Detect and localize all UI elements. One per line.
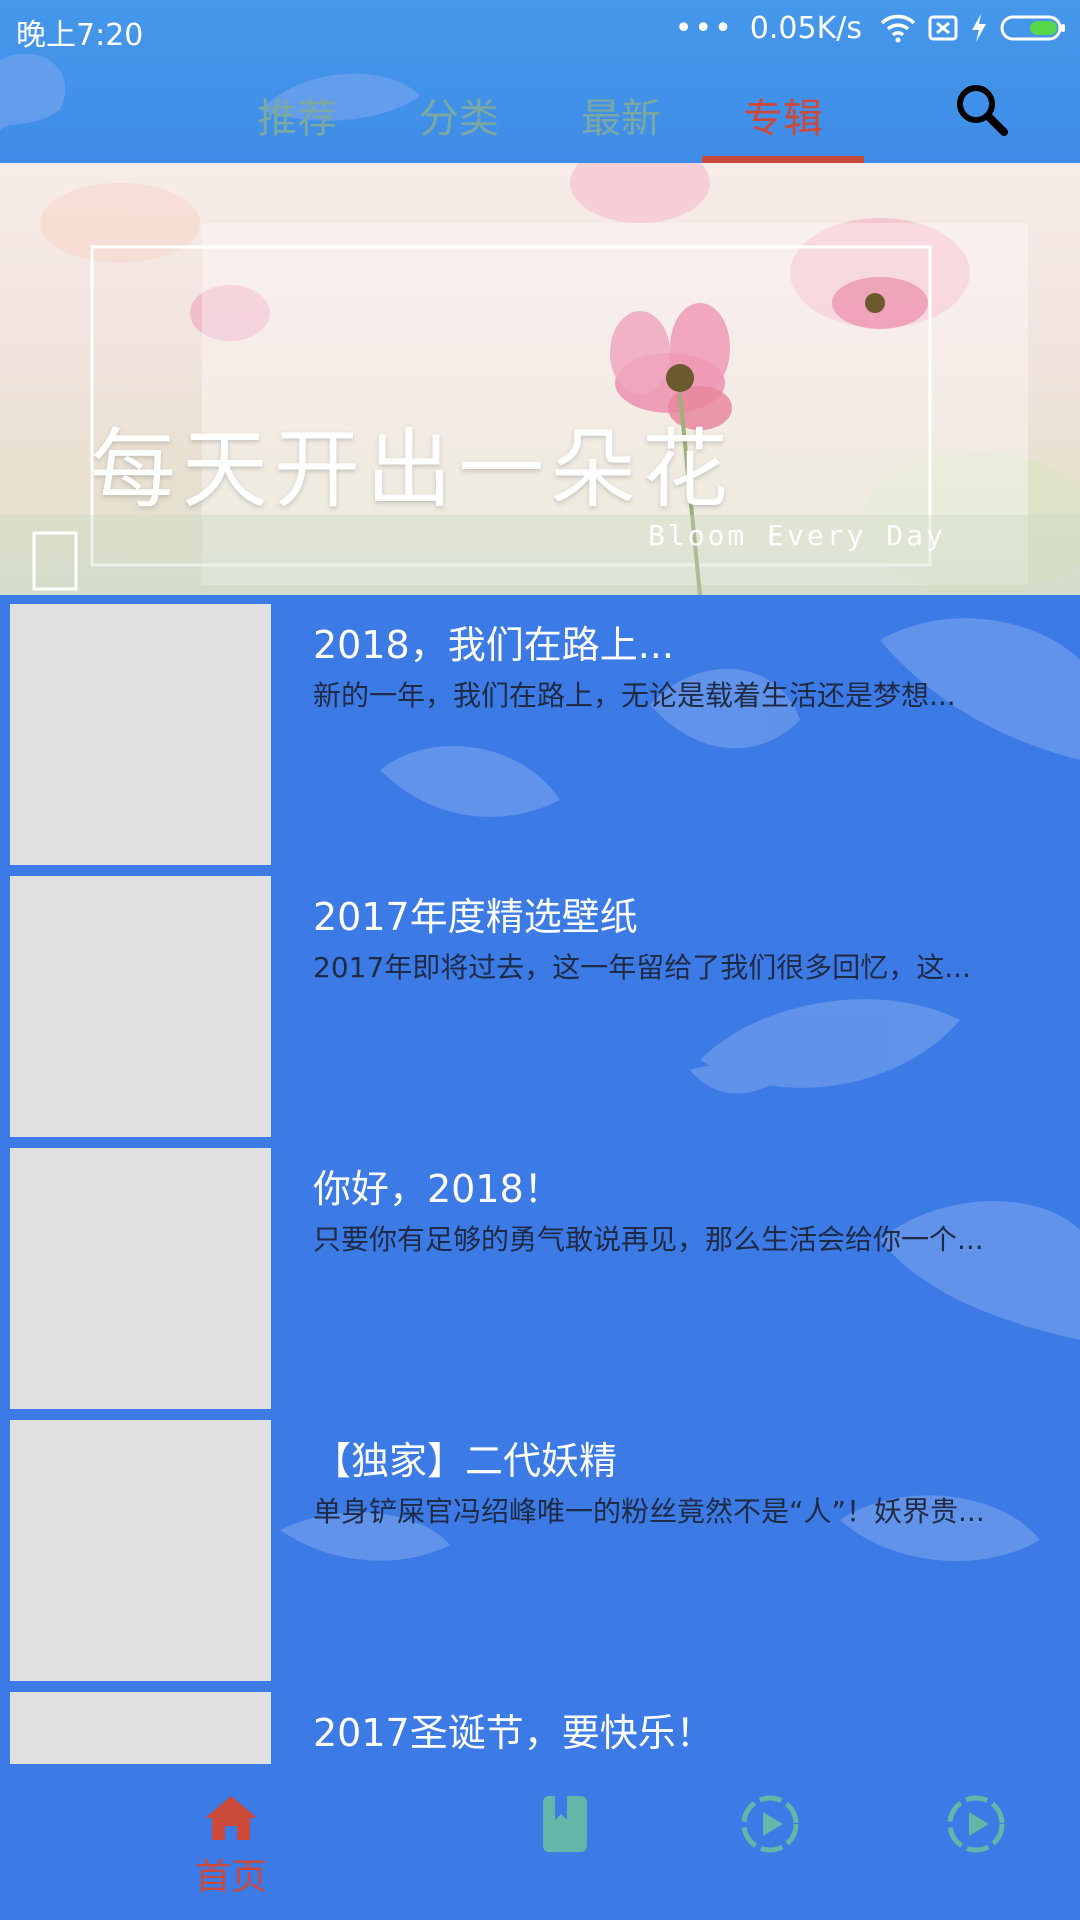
search-icon[interactable] bbox=[952, 80, 1012, 140]
album-thumbnail[interactable] bbox=[10, 876, 271, 1137]
banner-caption: 每天开出一朵花 bbox=[90, 420, 734, 520]
album-thumbnail[interactable] bbox=[10, 1692, 271, 1764]
album-title: 2017年度精选壁纸 bbox=[313, 895, 638, 939]
play-circle-icon bbox=[740, 1795, 800, 1858]
album-item[interactable]: 【独家】二代妖精 单身铲屎官冯绍峰唯一的粉丝竟然不是“人”！妖界贵... bbox=[0, 1420, 1080, 1684]
album-item[interactable]: 2017圣诞节，要快乐！ bbox=[0, 1692, 1080, 1764]
tab-category[interactable]: 分类 bbox=[378, 86, 540, 144]
banner-image[interactable]: 每天开出一朵花 Bloom Every Day bbox=[0, 163, 1080, 595]
status-right: ••• 0.05K/s bbox=[675, 8, 1066, 48]
tab-album[interactable]: 专辑 bbox=[702, 86, 864, 144]
tab-recommend[interactable]: 推荐 bbox=[216, 86, 378, 144]
sim-icon bbox=[928, 14, 958, 42]
top-tab-bar: 推荐 分类 最新 专辑 bbox=[0, 58, 1080, 163]
album-title: 2017圣诞节，要快乐！ bbox=[313, 1711, 714, 1755]
album-title: 你好，2018！ bbox=[313, 1167, 562, 1211]
status-time: 晚上7:20 bbox=[16, 18, 144, 53]
network-speed: 0.05K/s bbox=[749, 10, 862, 46]
album-thumbnail[interactable] bbox=[10, 1420, 271, 1681]
album-title: 2018，我们在路上... bbox=[313, 623, 674, 667]
album-description: 新的一年，我们在路上，无论是载着生活还是梦想... bbox=[313, 679, 956, 712]
book-icon bbox=[541, 1796, 589, 1858]
banner-subtitle: Bloom Every Day bbox=[648, 519, 946, 552]
bottom-nav-home-label: 首页 bbox=[194, 1857, 267, 1898]
bottom-nav-video[interactable] bbox=[710, 1794, 830, 1858]
charging-icon bbox=[970, 13, 988, 43]
album-description: 单身铲屎官冯绍峰唯一的粉丝竟然不是“人”！妖界贵... bbox=[313, 1495, 985, 1528]
album-thumbnail[interactable] bbox=[10, 1148, 271, 1409]
album-description: 只要你有足够的勇气敢说再见，那么生活会给你一个... bbox=[313, 1223, 984, 1256]
album-item[interactable]: 2017年度精选壁纸 2017年即将过去，这一年留给了我们很多回忆，这... bbox=[0, 876, 1080, 1140]
bottom-nav-home[interactable]: 首页 bbox=[171, 1794, 291, 1900]
album-thumbnail[interactable] bbox=[10, 604, 271, 865]
play-circle-icon bbox=[946, 1795, 1006, 1858]
bottom-nav-books[interactable] bbox=[505, 1794, 625, 1858]
album-title: 【独家】二代妖精 bbox=[313, 1439, 618, 1483]
active-tab-indicator bbox=[702, 156, 864, 163]
home-icon bbox=[203, 1796, 259, 1846]
tab-latest[interactable]: 最新 bbox=[540, 86, 702, 144]
album-item[interactable]: 你好，2018！ 只要你有足够的勇气敢说再见，那么生活会给你一个... bbox=[0, 1148, 1080, 1412]
wifi-icon bbox=[880, 13, 916, 43]
album-description: 2017年即将过去，这一年留给了我们很多回忆，这... bbox=[313, 951, 971, 984]
status-dots: ••• bbox=[674, 10, 734, 46]
bottom-nav-media[interactable] bbox=[916, 1794, 1036, 1858]
battery-icon bbox=[1000, 14, 1066, 42]
bottom-nav-bar: 首页 bbox=[0, 1766, 1080, 1920]
album-item[interactable]: 2018，我们在路上... 新的一年，我们在路上，无论是载着生活还是梦想... bbox=[0, 604, 1080, 868]
status-bar: 晚上7:20 ••• 0.05K/s bbox=[0, 0, 1080, 58]
